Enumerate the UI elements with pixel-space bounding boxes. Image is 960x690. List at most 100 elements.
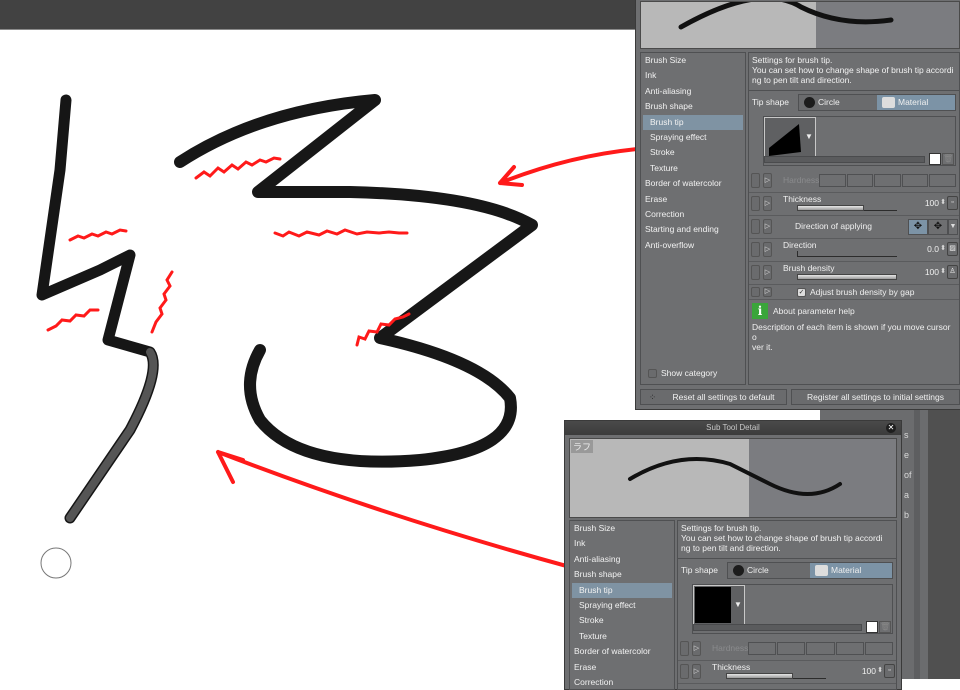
show-category-checkbox[interactable]: Show category: [644, 366, 717, 381]
hardness-selector[interactable]: [748, 642, 894, 655]
brush-tip-material-box: ▼ 🗑: [763, 116, 956, 166]
lock-icon[interactable]: [751, 219, 760, 234]
category-starting-and-ending[interactable]: Starting and ending: [641, 222, 745, 237]
spin-arrows-icon[interactable]: ⬍: [940, 198, 946, 206]
register-label: Register all settings to initial setting…: [806, 392, 944, 402]
thickness-slider[interactable]: [797, 205, 897, 211]
category-ink[interactable]: Ink: [570, 536, 674, 551]
reset-settings-button[interactable]: ⁘ Reset all settings to default: [640, 389, 787, 405]
category-brush-shape[interactable]: Brush shape: [570, 567, 674, 582]
tip-shape-material-button[interactable]: Material: [877, 94, 955, 110]
parameter-help: i About parameter help Description of eac…: [749, 300, 959, 355]
param-label: Thickness: [783, 194, 822, 204]
tip-list-scrollbar[interactable]: [764, 156, 925, 163]
delete-tip-icon[interactable]: 🗑: [879, 621, 891, 633]
category-texture[interactable]: Texture: [641, 161, 745, 176]
expand-icon[interactable]: ▷: [763, 219, 772, 234]
description-line: ng to pen tilt and direction.: [681, 543, 781, 553]
expand-icon[interactable]: ▷: [763, 242, 772, 257]
brush-tip-thumbnail[interactable]: ▼: [693, 585, 745, 625]
category-anti-aliasing[interactable]: Anti-aliasing: [641, 84, 745, 99]
category-spraying-effect[interactable]: Spraying effect: [641, 130, 745, 145]
adjust-density-checkbox[interactable]: ✓ Adjust brush density by gap: [797, 287, 914, 297]
circle-icon: [804, 96, 815, 108]
brush-stroke-left-tail: [66, 348, 158, 522]
apply-horizontal-icon[interactable]: ✥: [908, 219, 928, 235]
lock-icon[interactable]: [751, 265, 760, 280]
add-tip-button[interactable]: [929, 153, 941, 165]
delete-tip-icon[interactable]: 🗑: [942, 153, 954, 165]
category-correction[interactable]: Correction: [641, 207, 745, 222]
lock-icon[interactable]: [751, 196, 760, 211]
brush-density-value[interactable]: 100: [925, 267, 939, 277]
category-stroke[interactable]: Stroke: [570, 613, 674, 628]
category-ink[interactable]: Ink: [641, 68, 745, 83]
category-correction[interactable]: Correction: [570, 675, 674, 690]
category-texture[interactable]: Texture: [570, 629, 674, 644]
register-settings-button[interactable]: Register all settings to initial setting…: [791, 389, 960, 405]
tip-shape-material-button[interactable]: Material: [810, 562, 892, 578]
pressure-settings-icon[interactable]: ▫: [947, 196, 958, 210]
dialog-title-bar[interactable]: Sub Tool Detail ✕: [565, 421, 901, 435]
expand-icon[interactable]: ▷: [763, 196, 772, 211]
param-direction: ▷ Direction 0.0 ⬍ ▨: [749, 239, 959, 262]
pressure-settings-icon[interactable]: ▫: [884, 664, 895, 678]
lock-icon[interactable]: [751, 242, 760, 257]
expand-icon[interactable]: ▷: [763, 265, 772, 280]
slider-fill: [797, 205, 864, 211]
category-brush-size[interactable]: Brush Size: [641, 53, 745, 68]
tip-shape-circle-button[interactable]: Circle: [728, 562, 810, 578]
category-brush-tip[interactable]: Brush tip: [643, 114, 743, 130]
expand-icon[interactable]: ▷: [763, 173, 772, 188]
tip-shape-toggle: Circle Material: [727, 561, 893, 579]
apply-vertical-icon[interactable]: ✥: [928, 219, 948, 235]
dropdown-arrow-icon[interactable]: ▼: [948, 219, 958, 235]
stroke-preview: ラフ: [569, 438, 897, 518]
dropdown-arrow-icon[interactable]: ▼: [805, 132, 813, 141]
category-anti-aliasing[interactable]: Anti-aliasing: [570, 552, 674, 567]
brush-density-slider[interactable]: [797, 274, 897, 280]
add-tip-button[interactable]: [866, 621, 878, 633]
category-brush-tip[interactable]: Brush tip: [572, 582, 672, 598]
check-icon[interactable]: ✓: [797, 287, 806, 297]
direction-slider[interactable]: [797, 251, 897, 257]
param-label: Hardness: [783, 175, 820, 185]
panel-dark-area: [928, 410, 960, 679]
thickness-value[interactable]: 100: [925, 198, 939, 208]
category-brush-shape[interactable]: Brush shape: [641, 99, 745, 114]
tip-list-scrollbar[interactable]: [693, 624, 862, 631]
direction-value[interactable]: 0.0: [927, 244, 939, 254]
brush-tip-thumbnail[interactable]: ▼: [764, 117, 816, 157]
tip-shape-row: Tip shape Circle Material: [749, 91, 959, 113]
dropdown-arrow-icon[interactable]: ▼: [734, 600, 742, 609]
hardness-selector[interactable]: [819, 174, 957, 187]
category-border-of-watercolor[interactable]: Border of watercolor: [641, 176, 745, 191]
checkbox-box[interactable]: [648, 368, 657, 378]
expand-icon[interactable]: ▷: [692, 664, 701, 679]
category-brush-size[interactable]: Brush Size: [570, 521, 674, 536]
expand-icon[interactable]: ▷: [763, 287, 772, 297]
category-erase[interactable]: Erase: [570, 660, 674, 675]
annotation-squiggle: [273, 228, 409, 238]
lock-icon[interactable]: [751, 173, 760, 188]
spin-arrows-icon[interactable]: ⬍: [877, 666, 883, 674]
expand-icon[interactable]: ▷: [692, 641, 701, 656]
category-border-of-watercolor[interactable]: Border of watercolor: [570, 644, 674, 659]
spin-arrows-icon[interactable]: ⬍: [940, 267, 946, 275]
partial-label: e: [904, 450, 910, 460]
category-spraying-effect[interactable]: Spraying effect: [570, 598, 674, 613]
thickness-value[interactable]: 100: [862, 666, 876, 676]
lock-icon[interactable]: [680, 641, 689, 656]
tip-shape-circle-button[interactable]: Circle: [799, 94, 877, 110]
lock-icon[interactable]: [680, 664, 689, 679]
random-settings-icon[interactable]: ▨: [947, 242, 958, 256]
sub-tool-detail-dialog-top: Brush Size Ink Anti-aliasing Brush shape…: [635, 0, 960, 410]
category-anti-overflow[interactable]: Anti-overflow: [641, 238, 745, 253]
thickness-slider[interactable]: [726, 673, 826, 679]
category-stroke[interactable]: Stroke: [641, 145, 745, 160]
spin-arrows-icon[interactable]: ⬍: [940, 244, 946, 252]
category-erase[interactable]: Erase: [641, 192, 745, 207]
pressure-settings-icon[interactable]: ♙: [947, 265, 958, 279]
lock-icon[interactable]: [751, 287, 760, 297]
close-icon[interactable]: ✕: [886, 423, 896, 433]
